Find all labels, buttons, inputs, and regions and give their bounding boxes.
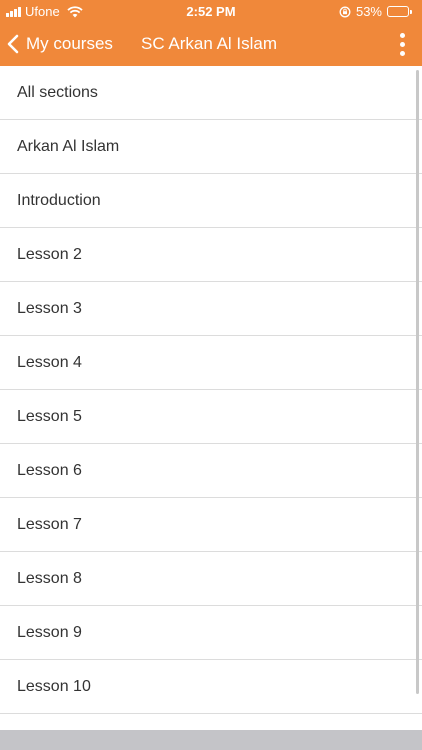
section-label: Lesson 4 <box>17 353 82 371</box>
rotation-lock-icon <box>339 6 351 17</box>
section-item[interactable]: Lesson 9 <box>0 606 422 660</box>
section-label: Lesson 8 <box>17 569 82 587</box>
status-right: 53% <box>339 4 412 19</box>
more-options-button[interactable] <box>390 22 414 66</box>
section-label: Lesson 6 <box>17 461 82 479</box>
status-left: Ufone <box>6 4 83 19</box>
wifi-icon <box>67 5 83 17</box>
section-label: Lesson 7 <box>17 515 82 533</box>
carrier-label: Ufone <box>25 4 60 19</box>
section-label: Lesson 9 <box>17 623 82 641</box>
back-button[interactable]: My courses <box>6 22 113 66</box>
scrollbar[interactable] <box>416 70 419 694</box>
section-item[interactable]: Lesson 8 <box>0 552 422 606</box>
section-item[interactable]: Lesson 7 <box>0 498 422 552</box>
chevron-left-icon <box>7 34 19 54</box>
section-label: Lesson 3 <box>17 299 82 317</box>
section-item[interactable]: Introduction <box>0 174 422 228</box>
battery-icon <box>387 6 412 17</box>
nav-bar: My courses SC Arkan Al Islam <box>0 22 422 66</box>
top-bar: Ufone 2:52 PM 53% My courses SC Arkan Al… <box>0 0 422 66</box>
section-item[interactable]: Arkan Al Islam <box>0 120 422 174</box>
section-label: Introduction <box>17 191 101 209</box>
bottom-bar <box>0 730 422 750</box>
section-label: Arkan Al Islam <box>17 137 120 155</box>
back-label: My courses <box>26 34 113 53</box>
section-label: Lesson 2 <box>17 245 82 263</box>
section-item[interactable]: Lesson 5 <box>0 390 422 444</box>
section-item[interactable]: All sections <box>0 66 422 120</box>
section-label: Lesson 10 <box>17 677 91 695</box>
section-label: All sections <box>17 83 98 101</box>
battery-percent: 53% <box>355 4 382 19</box>
page-title: SC Arkan Al Islam <box>141 34 278 53</box>
status-bar: Ufone 2:52 PM 53% <box>0 0 422 22</box>
section-item[interactable]: Lesson 3 <box>0 282 422 336</box>
section-item[interactable]: Lesson 6 <box>0 444 422 498</box>
section-label: Lesson 5 <box>17 407 82 425</box>
section-item[interactable]: Lesson 4 <box>0 336 422 390</box>
more-vertical-icon <box>399 32 405 56</box>
section-item[interactable]: Lesson 10 <box>0 660 422 714</box>
section-item[interactable]: Lesson 2 <box>0 228 422 282</box>
section-list: All sections Arkan Al Islam Introduction Le… <box>0 66 422 730</box>
signal-icon <box>6 6 21 17</box>
